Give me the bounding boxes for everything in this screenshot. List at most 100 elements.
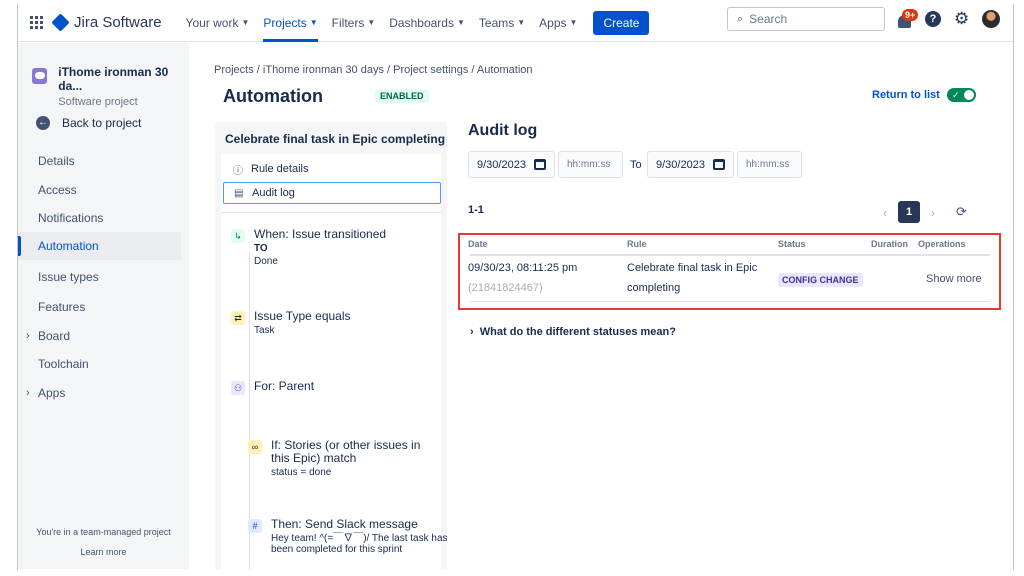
chevron-down-icon: ▼ (241, 18, 250, 27)
notifications-button[interactable]: 9+ (896, 9, 919, 29)
sidebar-item-toolchain[interactable]: Toolchain (18, 350, 181, 378)
audit-table: Date Rule Status Duration Operations 09/… (458, 233, 1001, 310)
page-title: Automation (223, 86, 323, 106)
toggle-knob (964, 90, 974, 100)
status-badge: CONFIG CHANGE (778, 273, 863, 287)
trigger-component[interactable]: ↳ When: Issue transitioned TO Done (231, 228, 386, 267)
link-icon: ∞ (248, 440, 262, 454)
if-component[interactable]: ∞ If: Stories (or other issues in this E… (248, 439, 431, 478)
sidebar-item-automation[interactable]: Automation (18, 232, 181, 260)
project-header[interactable]: iThome ironman 30 da... Software project (32, 65, 189, 108)
audit-log-title: Audit log (468, 122, 538, 139)
sidebar-item-issue-types[interactable]: Issue types (18, 263, 181, 291)
back-to-project-link[interactable]: ← Back to project (36, 116, 141, 130)
from-time-input[interactable]: hh:mm:ss (558, 151, 623, 178)
automation-enabled-toggle[interactable]: ✓ (947, 88, 976, 102)
create-button[interactable]: Create (593, 10, 650, 35)
nav-projects[interactable]: Projects ▼ (263, 4, 318, 42)
app-name: Jira Software (74, 14, 162, 31)
chevron-down-icon: ▼ (309, 18, 318, 27)
sidebar-item-access[interactable]: Access (18, 176, 181, 204)
breadcrumb[interactable]: Projects / iThome ironman 30 days / Proj… (214, 64, 533, 76)
sidebar-item-board[interactable]: › Board (18, 322, 181, 350)
action-component[interactable]: # Then: Send Slack message Hey team! ^(=… (248, 518, 447, 555)
condition-component[interactable]: ⇄ Issue Type equals Task (231, 310, 351, 336)
document-icon: ▤ (234, 187, 244, 199)
tab-audit-log[interactable]: ▤ Audit log (223, 182, 441, 204)
to-date-picker[interactable]: 9/30/2023 (647, 151, 734, 178)
transition-icon: ↳ (231, 229, 245, 243)
header-divider (470, 254, 990, 256)
chevron-left-icon[interactable]: ‹ (883, 206, 887, 220)
search-input[interactable]: ⌕ Search (727, 7, 885, 31)
sidebar-item-features[interactable]: Features (18, 293, 181, 321)
column-header-operations: Operations (918, 239, 966, 249)
page-button-current[interactable]: 1 (898, 201, 920, 223)
row-date: 09/30/23, 08:11:25 pm (468, 262, 578, 274)
branch-component[interactable]: ⚇ For: Parent (231, 380, 314, 395)
rule-title: Celebrate final task in Epic completing (225, 132, 446, 146)
rule-outline: ⓘ Rule details ▤ Audit log ↳ When: Issue… (221, 154, 447, 569)
row-id: (21841824467) (468, 282, 543, 294)
to-time-input[interactable]: hh:mm:ss (737, 151, 802, 178)
help-icon[interactable]: ? (925, 11, 941, 27)
nav-teams[interactable]: Teams ▼ (479, 4, 525, 42)
team-managed-note: You're in a team-managed project (36, 527, 171, 537)
column-header-status: Status (778, 239, 806, 249)
chevron-right-icon[interactable]: › (931, 206, 935, 220)
result-count: 1-1 (468, 204, 484, 216)
nav-apps[interactable]: Apps ▼ (539, 4, 577, 42)
show-more-link[interactable]: Show more (926, 273, 982, 285)
column-header-rule: Rule (627, 239, 647, 249)
from-date-picker[interactable]: 9/30/2023 (468, 151, 555, 178)
nav-dashboards[interactable]: Dashboards ▼ (389, 4, 465, 42)
statuses-help-expander[interactable]: › What do the different statuses mean? (470, 326, 676, 338)
notification-badge: 9+ (902, 9, 919, 21)
slack-icon: # (248, 519, 262, 533)
check-icon: ✓ (952, 90, 960, 100)
info-icon: ⓘ (233, 165, 243, 177)
settings-gear-icon[interactable]: ⚙ (954, 9, 969, 29)
branch-icon: ⚇ (231, 381, 245, 395)
project-sidebar: iThome ironman 30 da... Software project… (18, 43, 189, 569)
calendar-icon (534, 159, 546, 170)
chevron-right-icon: › (470, 326, 480, 338)
calendar-icon (713, 159, 725, 170)
return-to-list-link[interactable]: Return to list (872, 89, 940, 101)
search-icon: ⌕ (737, 12, 744, 25)
nav-your-work[interactable]: Your work ▼ (186, 4, 250, 42)
row-divider (470, 301, 990, 302)
nav-filters[interactable]: Filters ▼ (332, 4, 376, 42)
jira-diamond-icon (51, 13, 70, 32)
sidebar-item-notifications[interactable]: Notifications (18, 204, 181, 232)
chevron-down-icon: ▼ (569, 18, 578, 27)
chevron-right-icon: › (26, 387, 30, 399)
arrow-left-icon: ← (36, 116, 50, 130)
app-switcher-icon[interactable] (30, 15, 44, 30)
enabled-badge: ENABLED (375, 89, 429, 103)
project-avatar-icon (32, 68, 48, 84)
refresh-icon[interactable]: ⟳ (956, 204, 967, 220)
search-placeholder: Search (749, 12, 788, 26)
chevron-down-icon: ▼ (517, 18, 526, 27)
condition-shuffle-icon: ⇄ (231, 311, 245, 325)
row-rule-cont: completing (627, 282, 681, 294)
chevron-right-icon: › (26, 330, 30, 342)
column-header-date: Date (468, 239, 488, 249)
user-avatar[interactable] (982, 10, 1000, 28)
divider (221, 212, 441, 213)
project-type: Software project (58, 96, 138, 108)
rule-panel: Celebrate final task in Epic completing … (215, 122, 447, 569)
back-label: Back to project (62, 116, 142, 130)
tab-rule-details[interactable]: ⓘ Rule details (223, 158, 441, 180)
project-name: iThome ironman 30 da... (58, 65, 169, 93)
learn-more-link[interactable]: Learn more (18, 547, 189, 557)
row-rule: Celebrate final task in Epic (627, 262, 758, 274)
sidebar-item-apps[interactable]: › Apps (18, 379, 181, 407)
chevron-down-icon: ▼ (456, 18, 465, 27)
to-label: To (630, 159, 642, 171)
sidebar-item-details[interactable]: Details (18, 147, 181, 175)
window-frame-right (1013, 4, 1014, 570)
jira-logo[interactable]: Jira Software (51, 13, 162, 32)
column-header-duration: Duration (871, 239, 908, 249)
